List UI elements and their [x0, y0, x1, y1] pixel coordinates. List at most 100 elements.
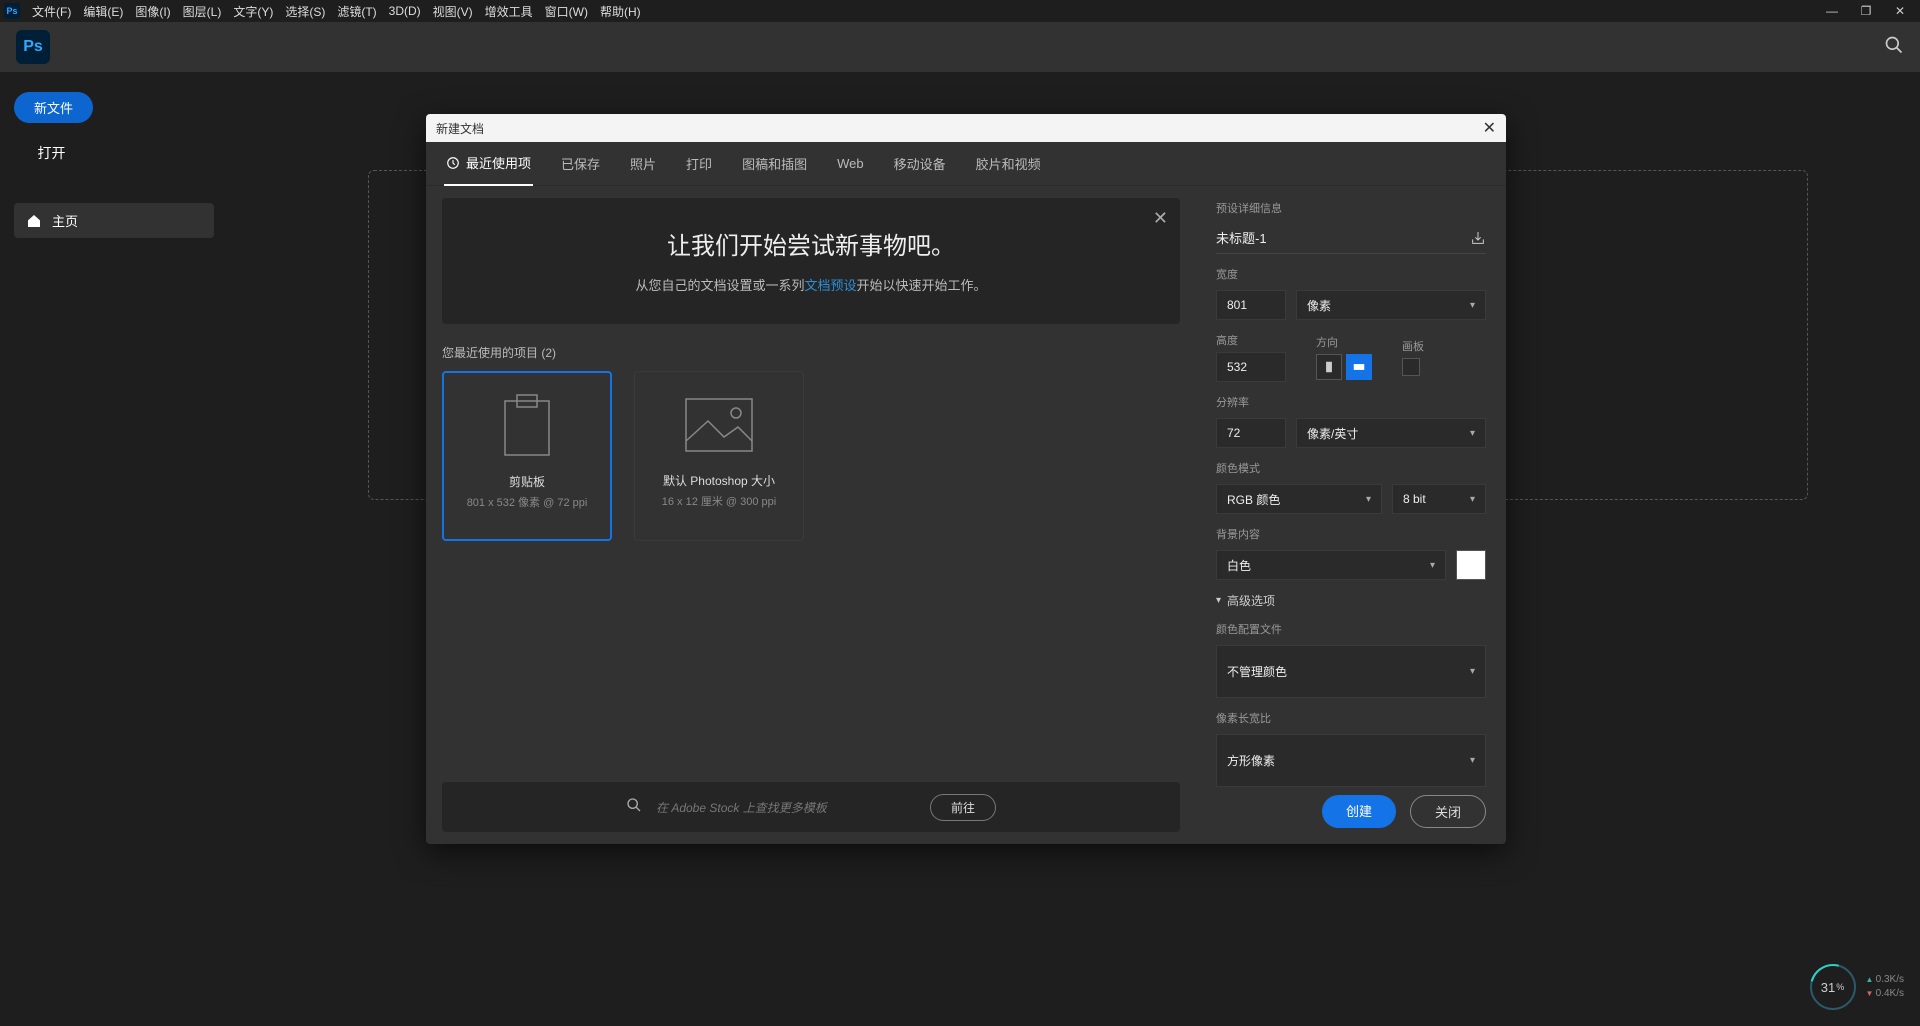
hero-title: 让我们开始尝试新事物吧。 [462, 226, 1160, 261]
bit-depth-select[interactable]: 8 bit▾ [1392, 484, 1486, 514]
chevron-down-icon: ▾ [1470, 300, 1475, 311]
tab-saved[interactable]: 已保存 [559, 142, 602, 185]
stock-search-input[interactable]: 在 Adobe Stock 上查找更多模板 [656, 799, 916, 816]
window-restore-icon[interactable]: ❐ [1854, 4, 1878, 18]
width-label: 宽度 [1216, 266, 1486, 282]
preset-subtitle: 16 x 12 厘米 @ 300 ppi [635, 493, 803, 509]
doc-name-row: 未标题-1 [1216, 224, 1486, 254]
window-minimize-icon[interactable]: — [1820, 4, 1844, 18]
pixel-aspect-select[interactable]: 方形像素▾ [1216, 734, 1486, 787]
menu-image[interactable]: 图像(I) [129, 1, 176, 22]
gauge-percent: 31 [1821, 980, 1835, 995]
height-input[interactable]: 532 [1216, 352, 1286, 382]
dialog-actions: 创建 关闭 [1216, 795, 1486, 828]
select-value: 像素 [1307, 297, 1331, 314]
menu-help[interactable]: 帮助(H) [594, 1, 647, 22]
color-mode-label: 颜色模式 [1216, 460, 1486, 476]
chevron-down-icon: ▾ [1366, 494, 1371, 505]
height-label: 高度 [1216, 332, 1286, 348]
hero-banner: ✕ 让我们开始尝试新事物吧。 从您自己的文档设置或一系列文档预设开始以快速开始工… [442, 198, 1180, 324]
color-profile-label: 颜色配置文件 [1216, 621, 1486, 637]
search-icon[interactable] [1884, 35, 1904, 60]
resolution-unit-select[interactable]: 像素/英寸 ▾ [1296, 418, 1486, 448]
new-document-dialog: 新建文档 ✕ 最近使用项 已保存 照片 打印 图稿和插图 Web 移动设备 胶片… [426, 114, 1506, 844]
dialog-titlebar: 新建文档 ✕ [426, 114, 1506, 142]
background-label: 背景内容 [1216, 526, 1486, 542]
menu-3d[interactable]: 3D(D) [383, 2, 427, 20]
color-mode-select[interactable]: RGB 颜色 ▾ [1216, 484, 1382, 514]
download-speed: 0.4K/s [1866, 987, 1905, 1001]
sidebar-item-label: 主页 [52, 211, 78, 230]
background-select[interactable]: 白色▾ [1216, 550, 1446, 580]
hero-sub-post: 开始以快速开始工作。 [857, 278, 987, 293]
close-button[interactable]: 关闭 [1410, 795, 1486, 828]
menu-file[interactable]: 文件(F) [26, 1, 77, 22]
window-close-icon[interactable]: ✕ [1888, 4, 1912, 18]
preset-title: 默认 Photoshop 大小 [635, 472, 803, 489]
tab-mobile[interactable]: 移动设备 [892, 142, 948, 185]
select-value: 像素/英寸 [1307, 425, 1358, 442]
menu-type[interactable]: 文字(Y) [227, 1, 279, 22]
save-preset-icon[interactable] [1470, 230, 1486, 246]
open-button[interactable]: 打开 [14, 137, 89, 169]
home-icon [26, 213, 42, 229]
advanced-options-toggle[interactable]: ▾高级选项 [1216, 592, 1486, 609]
width-unit-select[interactable]: 像素 ▾ [1296, 290, 1486, 320]
select-value: 不管理颜色 [1227, 663, 1287, 680]
search-icon [626, 797, 642, 818]
new-file-button[interactable]: 新文件 [14, 92, 93, 123]
chevron-down-icon: ▾ [1470, 666, 1475, 677]
menu-plugins[interactable]: 增效工具 [479, 1, 539, 22]
dialog-tabs: 最近使用项 已保存 照片 打印 图稿和插图 Web 移动设备 胶片和视频 [426, 142, 1506, 186]
dialog-right-panel: 预设详细信息 未标题-1 宽度 801 像素▾ 高度 532 方向 [1196, 186, 1506, 844]
menu-view[interactable]: 视图(V) [427, 1, 479, 22]
hero-presets-link[interactable]: 文档预设 [804, 278, 856, 293]
chevron-down-icon: ▾ [1470, 428, 1475, 439]
upload-speed: 0.3K/s [1866, 973, 1905, 987]
menu-filter[interactable]: 滤镜(T) [331, 1, 382, 22]
clock-icon [446, 156, 460, 170]
stock-go-button[interactable]: 前往 [930, 794, 996, 821]
preset-subtitle: 801 x 532 像素 @ 72 ppi [444, 494, 610, 510]
gauge-unit: % [1836, 982, 1844, 992]
menu-select[interactable]: 选择(S) [279, 1, 331, 22]
sidebar-item-home[interactable]: 主页 [14, 203, 214, 238]
menu-layer[interactable]: 图层(L) [177, 1, 228, 22]
menu-edit[interactable]: 编辑(E) [77, 1, 129, 22]
create-button[interactable]: 创建 [1322, 795, 1396, 828]
app-mini-icon: Ps [4, 3, 20, 19]
hero-close-icon[interactable]: ✕ [1153, 208, 1168, 229]
dialog-body: ✕ 让我们开始尝试新事物吧。 从您自己的文档设置或一系列文档预设开始以快速开始工… [426, 186, 1506, 844]
home-sidebar: 新文件 打开 主页 [14, 92, 214, 238]
preset-clipboard[interactable]: 剪贴板 801 x 532 像素 @ 72 ppi [442, 371, 612, 541]
select-value: RGB 颜色 [1227, 491, 1280, 508]
tab-photo[interactable]: 照片 [628, 142, 658, 185]
network-stats: 0.3K/s 0.4K/s [1866, 973, 1905, 1001]
tab-art[interactable]: 图稿和插图 [740, 142, 809, 185]
image-icon [679, 390, 759, 460]
dialog-close-icon[interactable]: ✕ [1483, 118, 1496, 138]
doc-name-input[interactable]: 未标题-1 [1216, 228, 1267, 247]
color-profile-select[interactable]: 不管理颜色 ▾ [1216, 645, 1486, 698]
orientation-landscape-button[interactable] [1346, 354, 1372, 380]
recent-items-label: 您最近使用的项目 (2) [442, 344, 1180, 361]
orientation-portrait-button[interactable] [1316, 354, 1342, 380]
tab-web[interactable]: Web [835, 144, 866, 183]
app-logo: Ps [16, 30, 50, 64]
select-value: 8 bit [1403, 492, 1426, 506]
tab-recent[interactable]: 最近使用项 [444, 141, 533, 186]
workspace: 新文件 打开 主页 新建文档 ✕ 最近使用项 已保存 照片 打印 图稿和插图 W… [0, 72, 1920, 1026]
resolution-label: 分辨率 [1216, 394, 1486, 410]
width-input[interactable]: 801 [1216, 290, 1286, 320]
hero-subtitle: 从您自己的文档设置或一系列文档预设开始以快速开始工作。 [462, 275, 1160, 294]
tab-print[interactable]: 打印 [684, 142, 714, 185]
menu-window[interactable]: 窗口(W) [539, 1, 594, 22]
preset-default-size[interactable]: 默认 Photoshop 大小 16 x 12 厘米 @ 300 ppi [634, 371, 804, 541]
window-controls: — ❐ ✕ [1820, 4, 1920, 18]
tab-film[interactable]: 胶片和视频 [974, 142, 1043, 185]
background-color-swatch[interactable] [1456, 550, 1486, 580]
resolution-input[interactable]: 72 [1216, 418, 1286, 448]
stock-search-bar: 在 Adobe Stock 上查找更多模板 前往 [442, 782, 1180, 832]
artboard-checkbox[interactable] [1402, 358, 1420, 376]
presets-row: 剪贴板 801 x 532 像素 @ 72 ppi 默认 Photoshop 大… [442, 371, 1180, 541]
